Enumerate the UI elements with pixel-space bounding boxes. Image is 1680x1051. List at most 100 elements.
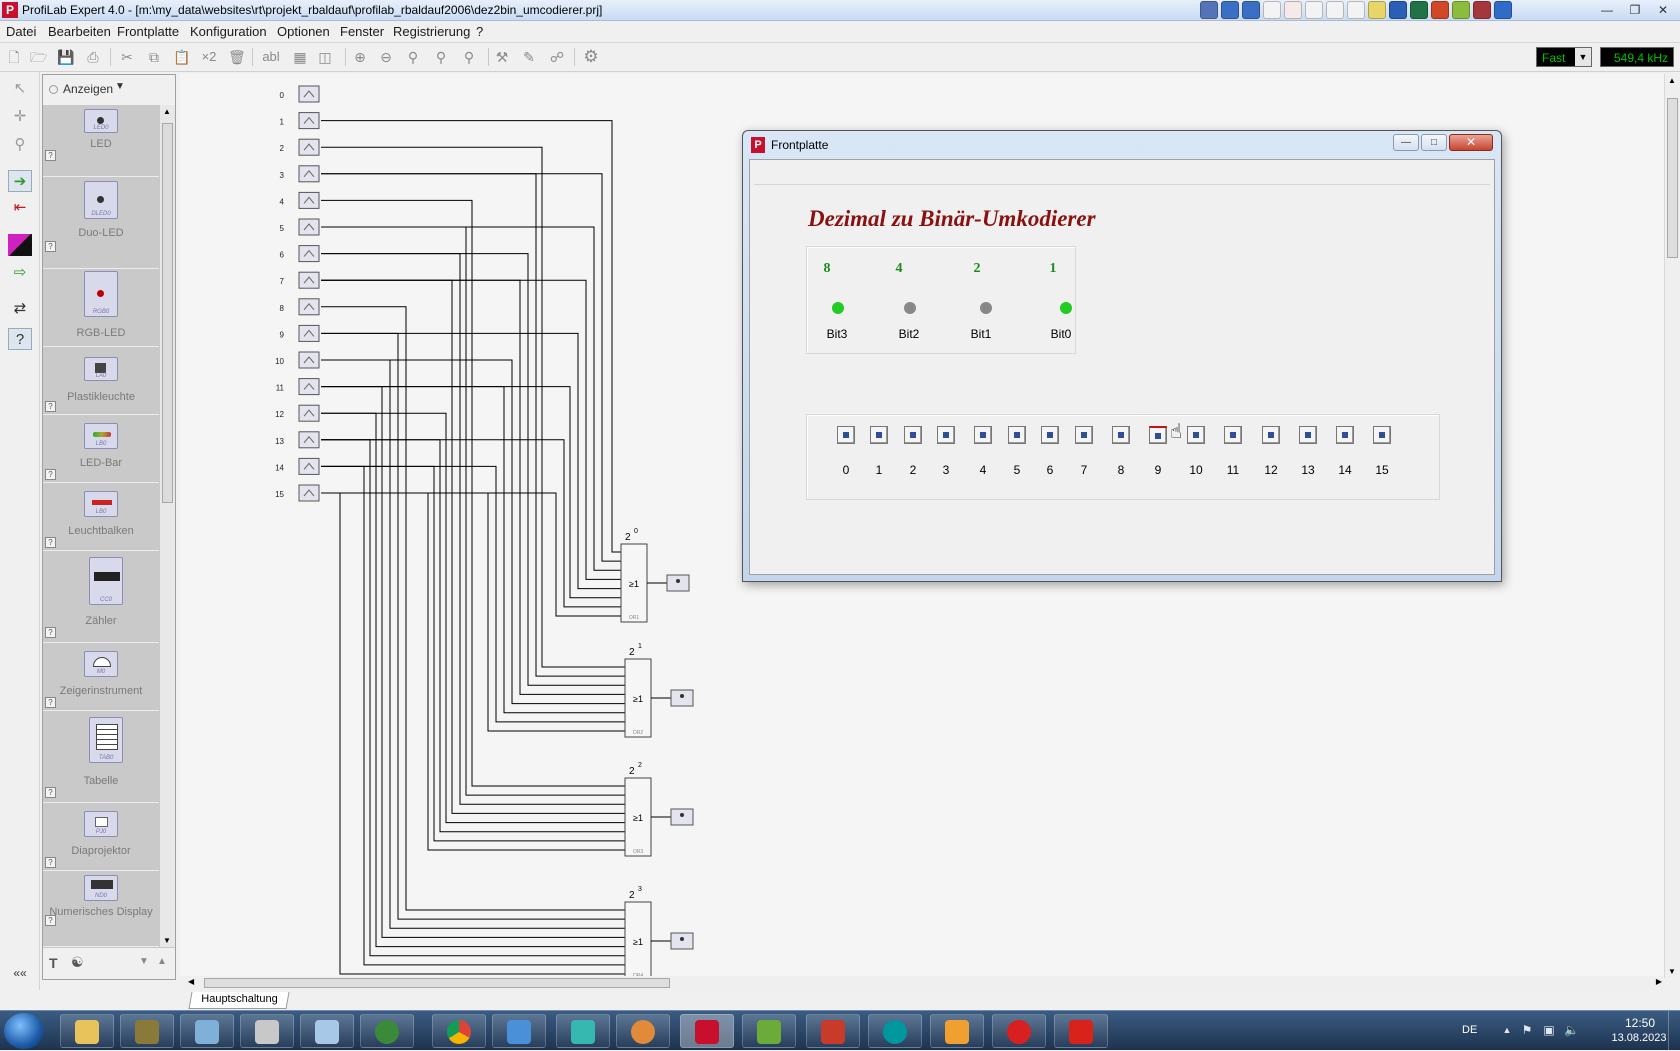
taskbar-app-archive[interactable] (240, 1014, 294, 1048)
taskbar-app-star[interactable] (556, 1014, 610, 1048)
input-switch-7[interactable] (1075, 426, 1093, 444)
search-icon[interactable]: ⚲ (8, 134, 32, 156)
menu-konfiguration[interactable]: Konfiguration (190, 24, 267, 39)
input-switch-5[interactable] (1008, 426, 1026, 444)
collapse-icon[interactable]: «« (8, 962, 32, 984)
probe-icon[interactable]: ✎ (521, 49, 537, 65)
help-icon[interactable] (1242, 1, 1260, 19)
canvas-vertical-scrollbar[interactable]: ▲ ▼ (1664, 74, 1680, 978)
input-switch-12[interactable] (1262, 426, 1280, 444)
flag-icon[interactable]: ⚑ (1520, 1023, 1534, 1037)
taskbar-app-notes[interactable] (180, 1014, 234, 1048)
taskbar-app-red[interactable] (806, 1014, 860, 1048)
app-icon[interactable]: P (2, 2, 18, 18)
scroll-up-icon[interactable]: ▲ (1668, 76, 1676, 85)
input-switch-1[interactable] (870, 426, 888, 444)
help-icon[interactable]: ? (45, 401, 56, 412)
input-switch-8[interactable] (1112, 426, 1130, 444)
library-item-plastikleuchte[interactable]: LA0 Plastikleuchte ? (43, 347, 159, 415)
library-scroll-thumb[interactable] (162, 123, 173, 503)
clock-time[interactable]: 12:50 (1610, 1016, 1670, 1030)
menu-fenster[interactable]: Fenster (340, 24, 384, 39)
close-icon[interactable]: ✕ (1449, 134, 1493, 151)
menu-frontplatte[interactable]: Frontplatte (117, 24, 179, 39)
scroll-up-icon[interactable]: ▲ (163, 107, 171, 116)
menu-bearbeiten[interactable]: Bearbeiten (48, 24, 111, 39)
delete-icon[interactable]: 🗑 (228, 49, 246, 65)
help-icon[interactable]: ? (45, 150, 56, 161)
columns-icon[interactable]: ◫ (317, 49, 333, 65)
access-icon[interactable] (1473, 1, 1491, 19)
label-tool-button[interactable]: abl (260, 49, 282, 65)
menu-help[interactable]: ? (476, 24, 483, 39)
library-item-numerisches-display[interactable]: ND0 Numerisches Display ? (43, 871, 159, 947)
library-scrollbar[interactable]: ▲ ▼ (159, 105, 175, 947)
app-icon-green[interactable] (1452, 1, 1470, 19)
help-icon[interactable]: ? (45, 697, 56, 708)
input-switch-2[interactable] (904, 426, 922, 444)
scroll-right-icon[interactable]: ▶ (1656, 977, 1662, 986)
input-switch-15[interactable] (1373, 426, 1391, 444)
zoom-fit-icon[interactable]: ⚲ (405, 49, 421, 65)
help-icon[interactable]: ? (45, 537, 56, 548)
maximize-icon[interactable]: □ (1421, 134, 1447, 151)
taskbar-app-chrome[interactable] (432, 1014, 486, 1048)
show-desktop-button[interactable] (1668, 1011, 1680, 1051)
powerpoint-icon[interactable] (1431, 1, 1449, 19)
pin-down-icon[interactable]: ▼ (139, 956, 149, 967)
minimize-icon[interactable]: — (1393, 134, 1419, 151)
input-switch-3[interactable] (937, 426, 955, 444)
paste-icon[interactable]: 📋 (173, 49, 190, 65)
library-item-rgb-led[interactable]: RGB0 RGB-LED (43, 269, 159, 347)
input-switch-11[interactable] (1224, 426, 1242, 444)
language-indicator[interactable]: DE (1462, 1024, 1477, 1036)
gear-icon[interactable]: ⚙ (583, 48, 599, 65)
calendar-icon[interactable] (1284, 1, 1302, 19)
taskbar-app-globe[interactable] (360, 1014, 414, 1048)
menu-optionen[interactable]: Optionen (277, 24, 330, 39)
library-item-zaehler[interactable]: CC0 Zähler ? (43, 551, 159, 643)
input-switch-13[interactable] (1299, 426, 1317, 444)
taskbar-app-arduino[interactable] (868, 1014, 922, 1048)
taskbar-app-media[interactable] (492, 1014, 546, 1048)
volume-icon[interactable]: 🔈 (1564, 1023, 1579, 1037)
library-item-led-bar[interactable]: LB0 LED-Bar ? (43, 415, 159, 483)
crosshair-icon[interactable]: ✛ (8, 106, 32, 128)
sheet-tab-hauptschaltung[interactable]: Hauptschaltung (188, 992, 290, 1009)
clock-date[interactable]: 13.08.2023 (1606, 1032, 1672, 1044)
library-item-duo-led[interactable]: DLED0 Duo-LED ? (43, 177, 159, 269)
contact-icon[interactable] (1326, 1, 1344, 19)
taskbar-app-calculator[interactable] (300, 1014, 354, 1048)
color-tool-icon[interactable] (8, 234, 32, 256)
grid-icon[interactable]: ▦ (292, 49, 308, 65)
library-item-tabelle[interactable]: TAB0 Tabelle ? (43, 711, 159, 803)
library-item-leuchtbalken[interactable]: LB0 Leuchtbalken ? (43, 483, 159, 551)
help-icon[interactable] (1221, 1, 1239, 19)
export-icon[interactable]: ⇨ (8, 262, 32, 284)
taskbar-app-profilab[interactable] (680, 1014, 734, 1048)
input-switch-6[interactable] (1041, 426, 1059, 444)
help-pointer-icon[interactable]: ? (8, 328, 32, 350)
taskbar-app-headset[interactable] (992, 1014, 1046, 1048)
note-icon[interactable] (1368, 1, 1386, 19)
restore-icon[interactable]: ❐ (1622, 1, 1648, 19)
input-switch-10[interactable] (1187, 426, 1205, 444)
binoculars-icon[interactable]: ☯ (71, 954, 84, 971)
close-icon[interactable]: ✕ (1650, 1, 1676, 19)
horizontal-scroll-thumb[interactable] (204, 978, 670, 988)
library-item-diaprojektor[interactable]: PJ0 Diaprojektor ? (43, 803, 159, 871)
input-switch-9[interactable] (1149, 426, 1167, 444)
text-tool-icon[interactable]: T (49, 955, 58, 971)
help-icon[interactable]: ? (45, 857, 56, 868)
print-icon[interactable]: ⎙ (85, 49, 101, 65)
pointer-icon[interactable]: ↖ (8, 78, 32, 100)
help-icon[interactable]: ? (45, 915, 56, 926)
copy-icon[interactable]: ⧉ (146, 49, 162, 65)
chevron-down-icon[interactable]: ▼ (115, 81, 125, 92)
canvas-horizontal-scrollbar[interactable]: ◀ ▶ (186, 976, 1664, 990)
mail-icon[interactable] (1263, 1, 1281, 19)
input-switch-4[interactable] (974, 426, 992, 444)
library-item-zeigerinstrument[interactable]: M0 Zeigerinstrument ? (43, 643, 159, 711)
zoom-out-icon[interactable]: ⊖ (378, 49, 394, 65)
help-icon[interactable]: ? (45, 241, 56, 252)
